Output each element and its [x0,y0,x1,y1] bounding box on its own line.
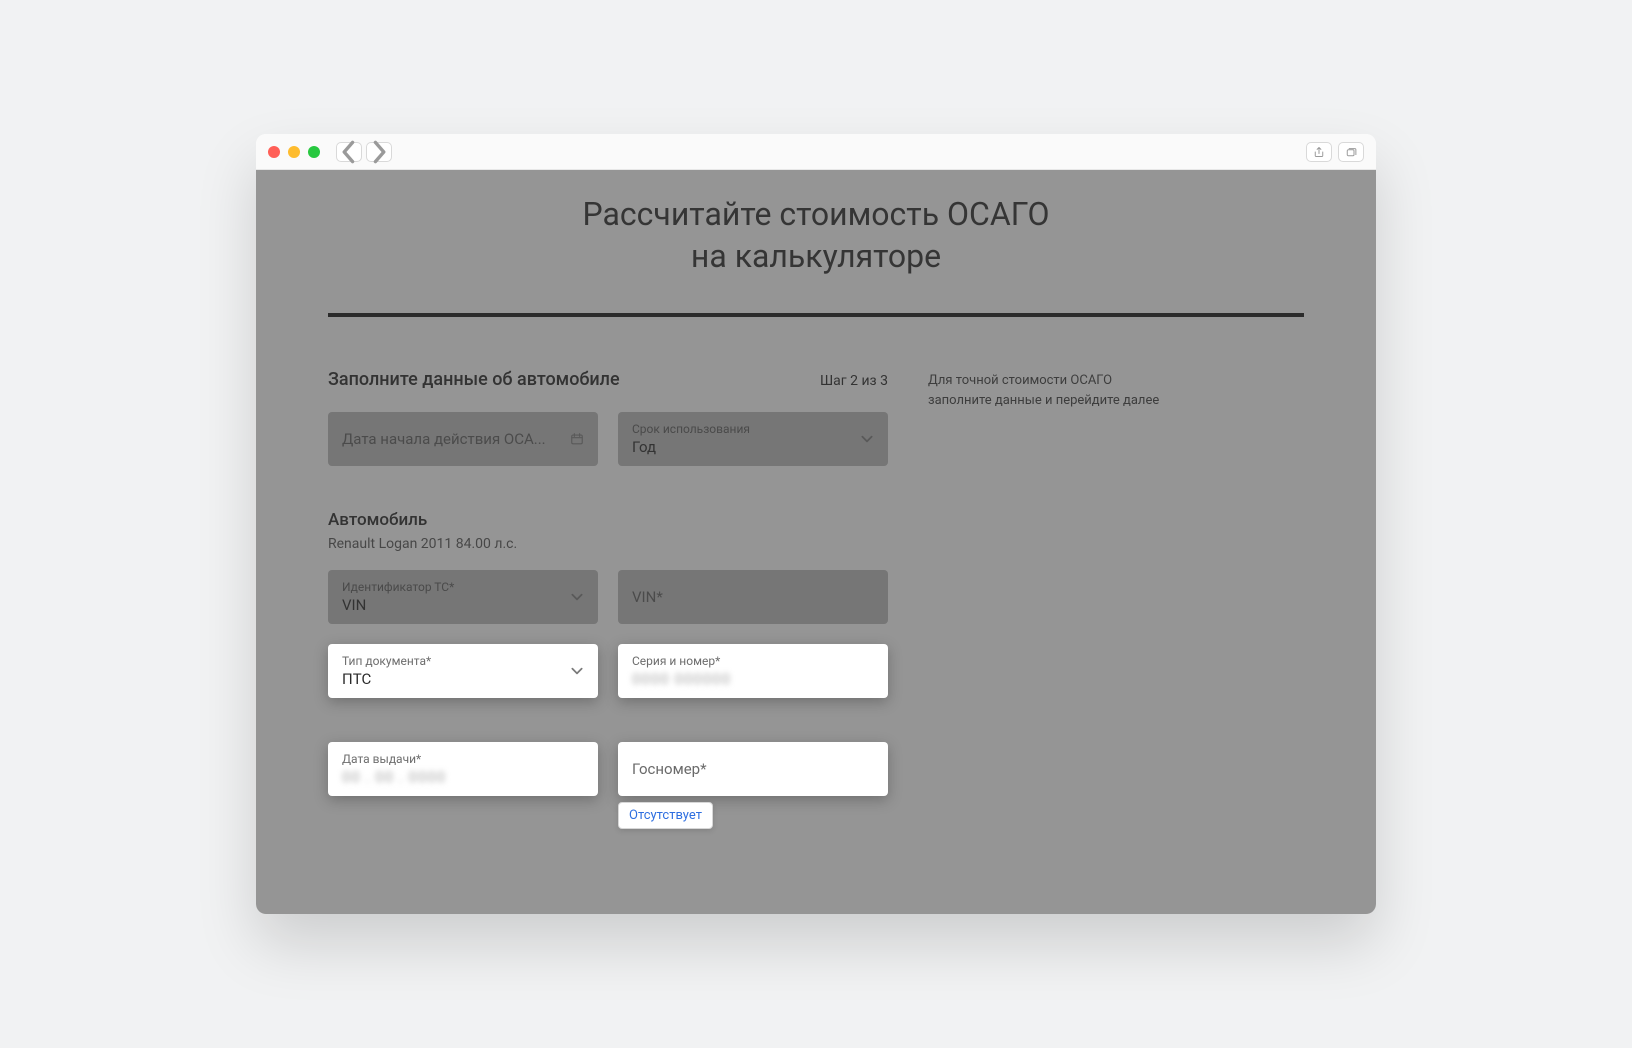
vehicle-id-type-value: VIN [342,596,584,614]
form-main: Заполните данные об автомобиле Шаг 2 из … [328,369,888,816]
section-divider [328,313,1304,317]
viewport: Рассчитайте стоимость ОСАГО на калькулят… [256,170,1376,914]
page-content: Рассчитайте стоимость ОСАГО на калькулят… [256,170,1376,816]
close-window-button[interactable] [268,146,280,158]
policy-start-placeholder: Дата начала действия ОСА... [342,430,584,448]
document-type-value: ПТС [342,670,584,688]
vehicle-section-title: Автомобиль [328,510,888,530]
usage-period-label: Срок использования [632,422,874,436]
document-type-select[interactable]: Тип документа* ПТС [328,644,598,698]
maximize-window-button[interactable] [308,146,320,158]
sidebar-hint-line1: Для точной стоимости ОСАГО [928,373,1112,388]
page-title-line2: на калькуляторе [691,237,941,275]
chevron-right-icon [367,140,391,164]
vin-input[interactable]: VIN* [618,570,888,624]
document-series-number-value: 0000 000000 [632,670,874,688]
license-plate-input[interactable]: Госномер* Отсутствует [618,742,888,796]
sidebar-hint-line2: заполните данные и перейдите далее [928,393,1159,408]
page-title-line1: Рассчитайте стоимость ОСАГО [583,195,1050,233]
issue-date-input[interactable]: Дата выдачи* 00 . 00 . 0000 [328,742,598,796]
nav-back-button[interactable] [336,142,362,162]
form-sidebar: Для точной стоимости ОСАГО заполните дан… [928,369,1208,816]
share-button[interactable] [1306,142,1332,162]
share-icon [1313,146,1325,158]
form-section-title: Заполните данные об автомобиле [328,369,620,390]
usage-period-value: Год [632,438,874,456]
vehicle-id-type-label: Идентификатор ТС* [342,580,584,594]
tabs-icon [1345,146,1357,158]
document-series-number-label: Серия и номер* [632,654,874,668]
minimize-window-button[interactable] [288,146,300,158]
step-indicator: Шаг 2 из 3 [820,373,888,389]
policy-start-date-field[interactable]: Дата начала действия ОСА... [328,412,598,466]
document-series-number-input[interactable]: Серия и номер* 0000 000000 [618,644,888,698]
nav-buttons [336,142,392,162]
vehicle-id-type-select[interactable]: Идентификатор ТС* VIN [328,570,598,624]
document-type-label: Тип документа* [342,654,584,668]
license-plate-label: Госномер* [632,760,874,778]
vehicle-summary: Renault Logan 2011 84.00 л.с. [328,536,888,552]
vin-placeholder: VIN* [632,588,874,606]
issue-date-value: 00 . 00 . 0000 [342,768,584,786]
plate-absent-badge[interactable]: Отсутствует [618,802,713,829]
issue-date-label: Дата выдачи* [342,752,584,766]
window-controls [268,146,320,158]
page-title: Рассчитайте стоимость ОСАГО на калькулят… [256,194,1376,277]
nav-forward-button[interactable] [366,142,392,162]
browser-window: Рассчитайте стоимость ОСАГО на калькулят… [256,134,1376,914]
usage-period-select[interactable]: Срок использования Год [618,412,888,466]
window-titlebar [256,134,1376,170]
chevron-left-icon [337,140,361,164]
tabs-button[interactable] [1338,142,1364,162]
titlebar-actions [1306,142,1364,162]
